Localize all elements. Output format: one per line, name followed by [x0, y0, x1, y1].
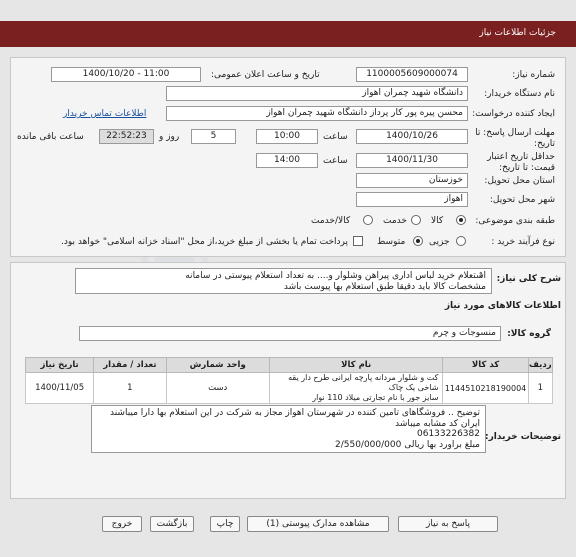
col-code: کد کالا [442, 357, 529, 373]
announce-label: تاریخ و ساعت اعلان عمومی: [211, 70, 320, 80]
col-row: ردیف [527, 357, 554, 373]
deadline-label: مهلت ارسال پاسخ: تا تاریخ: [475, 128, 555, 149]
process-radio-medium[interactable] [413, 236, 423, 246]
goods-info-title: اطلاعات کالاهای مورد نیاز [444, 301, 561, 311]
cell-code: 1144510218190004 [442, 372, 529, 404]
buyer-org-label: نام دستگاه خریدار: [484, 89, 555, 99]
category-service-label: خدمت [383, 216, 407, 226]
col-unit: واحد شمارش [165, 357, 270, 373]
process-medium-label: متوسط [377, 237, 406, 247]
province-field: خوزستان [356, 173, 468, 188]
process-minor-label: جزیی [429, 237, 450, 247]
notes-line-4: مبلغ براورد بها ریالی 2/550/000/000 [334, 439, 480, 450]
buyer-notes-box: توضیح .. فروشگاهای تامین کننده در شهرستا… [91, 405, 486, 453]
general-desc-line-1: استعلام خرید لباس اداری پیراهن وشلوار و.… [185, 271, 486, 281]
general-desc-label: شرح کلی نیاز: [496, 274, 561, 284]
process-label: نوع فرآیند خرید : [491, 237, 555, 247]
validity-time-field: 14:00 [256, 153, 318, 168]
validity-date-field: 1400/11/30 [356, 153, 468, 168]
goods-table-header: ردیف کد کالا نام کالا واحد شمارش تعداد /… [24, 357, 554, 373]
remaining-time-field: 22:52:23 [99, 129, 154, 144]
need-number-field: 1100005609000074 [356, 67, 468, 82]
days-label: روز و [159, 132, 180, 142]
category-radio-service[interactable] [411, 215, 421, 225]
city-field: اهواز [356, 192, 468, 207]
category-radio-goods[interactable] [456, 215, 466, 225]
page-title: جزئیات اطلاعات نیاز [479, 28, 556, 38]
col-date: تاریخ نیاز [24, 357, 95, 373]
notes-line-3: 06133226382 [417, 429, 480, 439]
need-info-panel: شماره نیاز: 1100005609000074 تاریخ و ساع… [10, 57, 566, 257]
col-name: نام کالا [268, 357, 444, 373]
province-label: استان محل تحویل: [484, 176, 555, 186]
view-attachments-button[interactable]: مشاهده مدارک پیوستی (1) [247, 516, 389, 532]
cell-name-line-2: سایز جور با نام تجارتی میلاد 110 نوار [312, 393, 439, 402]
notes-line-2: ایران کد مشابه میباشد [395, 418, 480, 429]
deadline-time-field: 10:00 [256, 129, 318, 144]
cell-qty: 1 [93, 372, 167, 404]
cell-date: 1400/11/05 [24, 372, 95, 404]
title-bar: جزئیات اطلاعات نیاز [0, 21, 576, 47]
table-row[interactable]: 1 1144510218190004 کت و شلوار مردانه پار… [24, 372, 554, 404]
creator-label: ایجاد کننده درخواست: [472, 109, 555, 119]
cell-name-line-1: کت و شلوار مردانه پارچه ایرانی طرح دار ی… [288, 373, 439, 392]
buyer-org-field: دانشگاه شهید چمران اهواز [166, 86, 468, 101]
validity-time-label: ساعت [323, 156, 348, 166]
notes-line-1: توضیح .. فروشگاهای تامین کننده در شهرستا… [109, 408, 480, 418]
category-both-label: کالا/خدمت [311, 216, 351, 226]
deadline-time-label: ساعت [323, 132, 348, 142]
print-button[interactable]: چاپ [210, 516, 240, 532]
goods-group-label: گروه کالا: [507, 329, 551, 339]
general-desc-line-2: مشخصات کالا باید دقیقا طبق استعلام بها پ… [283, 282, 486, 292]
treasury-note: پرداخت تمام یا بخشی از مبلغ خرید،از محل … [61, 237, 349, 247]
reply-button[interactable]: پاسخ به نیاز [398, 516, 498, 532]
details-panel: شرح کلی نیاز: استعلام خرید لباس اداری پی… [10, 262, 566, 499]
goods-group-field: منسوجات و چرم [79, 326, 501, 341]
cell-name: کت و شلوار مردانه پارچه ایرانی طرح دار ی… [268, 372, 444, 404]
remaining-label: ساعت باقی مانده [17, 132, 84, 142]
category-goods-label: کالا [431, 216, 444, 226]
deadline-date-field: 1400/10/26 [356, 129, 468, 144]
need-number-label: شماره نیاز: [512, 70, 555, 80]
cell-row: 1 [527, 372, 554, 404]
validity-label: حداقل تاریخ اعتبار قیمت: تا تاریخ: [487, 152, 555, 173]
general-desc-box: استعلام خرید لباس اداری پیراهن وشلوار و.… [75, 268, 492, 294]
creator-field: محسن پیره پور کار پرداز دانشگاه شهید چمر… [166, 106, 468, 121]
process-radio-minor[interactable] [456, 236, 466, 246]
back-button[interactable]: بازگشت [150, 516, 194, 532]
cell-unit: دست [165, 372, 270, 404]
buyer-notes-label: توضیحات خریدار: [485, 432, 561, 442]
exit-button[interactable]: خروج [102, 516, 142, 532]
col-qty: تعداد / مقدار [93, 357, 167, 373]
resize-handle-icon[interactable]: ⇕ [478, 271, 484, 279]
goods-table: ردیف کد کالا نام کالا واحد شمارش تعداد /… [24, 357, 554, 404]
city-label: شهر محل تحویل: [489, 195, 555, 205]
category-radio-both[interactable] [363, 215, 373, 225]
announce-field: 1400/10/20 - 11:00 [51, 67, 201, 82]
treasury-checkbox[interactable] [353, 236, 363, 246]
buyer-contact-link[interactable]: اطلاعات تماس خریدار [63, 109, 146, 119]
days-field: 5 [191, 129, 236, 144]
category-label: طبقه بندی موضوعی: [475, 216, 555, 226]
